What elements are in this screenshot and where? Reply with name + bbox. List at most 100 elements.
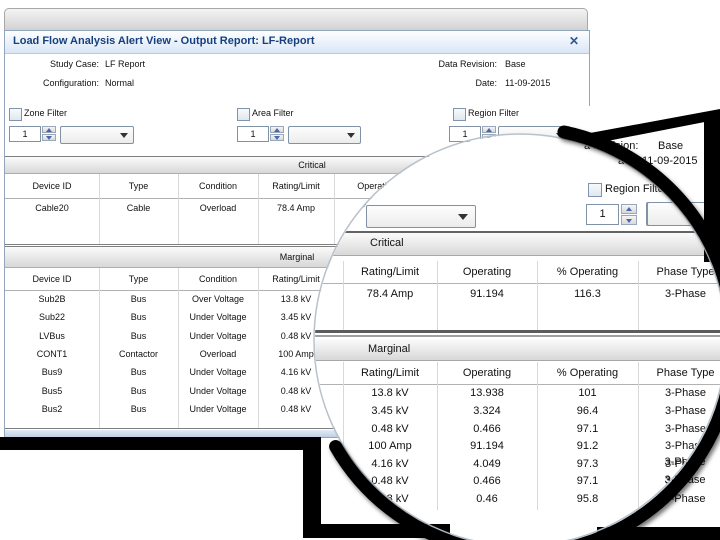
zoomed-critical-header-row: Rating/Limit Operating % Operating Phase…: [315, 261, 720, 284]
cell-device-id: LVBus: [5, 329, 99, 344]
dialog-titlebar: Load Flow Analysis Alert View - Output R…: [5, 31, 589, 54]
zoomed-marginal-title: Marginal: [368, 343, 410, 355]
zoomed-region-filter-label: Region Filter: [605, 183, 667, 195]
data-revision-value: Base: [505, 59, 526, 69]
zoomed-table-border: [315, 330, 720, 333]
zoomed-marginal-band: Marginal: [315, 339, 720, 361]
cell-pct-operating: 97.3: [537, 456, 638, 472]
cell-operating: 4.049: [437, 456, 537, 472]
col-header-device-id: Device ID: [5, 174, 99, 198]
cell-operating: 3.324: [437, 403, 537, 419]
area-filter-checkbox[interactable]: [237, 108, 250, 121]
triangle-up-icon: [274, 128, 280, 132]
zoomed-table-row: 0.48 kV 0.466 97.1 3-Phase: [315, 421, 720, 437]
cell-phase-type: 3-Phase: [645, 474, 720, 486]
dialog-title: Load Flow Analysis Alert View - Output R…: [13, 35, 315, 47]
cell-pct-operating: 96.4: [537, 403, 638, 419]
cell-phase-type: 3-Phase: [638, 403, 720, 419]
col-header-type: Type: [99, 268, 178, 290]
area-filter-dropdown[interactable]: [288, 126, 361, 144]
screenshot-stage: Load Flow Analysis Alert View - Output R…: [0, 0, 720, 540]
close-icon[interactable]: ✕: [569, 34, 579, 48]
cell-rating-limit: 78.4 Amp: [258, 201, 334, 216]
cell-device-id: Sub22: [5, 310, 99, 325]
zoomed-table-row: 3.45 kV 3.324 96.4 3-Phase: [315, 403, 720, 419]
cell-condition: Under Voltage: [178, 384, 258, 399]
cell-device-id: Bus5: [5, 384, 99, 399]
cell-phase-type: 3-Phase: [645, 456, 720, 468]
cell-rating-limit: 3.45 kV: [343, 403, 437, 419]
dialog-shadow-band: [0, 437, 321, 450]
zoomed-table-row: 13.8 kV 13.938 101 3-Phase: [315, 385, 720, 401]
zoomed-table-row: 100 Amp 91.194 91.2 3-Phase: [315, 438, 720, 454]
triangle-up-icon: [486, 128, 492, 132]
study-case-label: Study Case:: [25, 59, 99, 69]
zoomed-table-border: [315, 335, 720, 337]
cell-operating: 0.466: [437, 421, 537, 437]
cell-phase-type: 3-Phase: [645, 493, 720, 505]
cell-device-id: Sub2B: [5, 292, 99, 307]
region-spin-up-button[interactable]: [482, 126, 496, 133]
triangle-up-icon: [626, 207, 632, 211]
zoomed-date-value: 11-09-2015: [642, 155, 697, 167]
cell-type: Bus: [99, 329, 178, 344]
col-header-rating-limit: Rating/Limit: [258, 174, 334, 198]
zone-filter-checkbox[interactable]: [9, 108, 22, 121]
zoomed-spinner-buttons: [621, 204, 637, 225]
cell-rating-limit: 78.4 Amp: [343, 286, 437, 302]
zone-filter-spinner-value[interactable]: 1: [9, 126, 41, 142]
cell-device-id: Cable20: [5, 201, 99, 216]
area-spin-up-button[interactable]: [270, 126, 284, 133]
col-header-phase-type: Phase Type: [638, 261, 720, 283]
col-header-rating-limit: Rating/Limit: [343, 362, 437, 384]
area-spin-down-button[interactable]: [270, 134, 284, 141]
col-header-operating: Operating: [437, 261, 537, 283]
zoomed-region-filter-checkbox: [588, 183, 602, 197]
col-header-device-id: Device ID: [5, 268, 99, 290]
cell-condition: Under Voltage: [178, 329, 258, 344]
zone-spin-up-button[interactable]: [42, 126, 56, 133]
col-header-phase-type: Phase Type: [638, 362, 720, 384]
zoomed-critical-title: Critical: [370, 237, 404, 249]
col-header-rating-limit: Rating/Limit: [343, 261, 437, 283]
date-label: Date:: [411, 78, 497, 88]
lens-shadow-swoosh: [590, 109, 720, 144]
zoomed-date-label: ate:: [618, 155, 636, 167]
col-header-pct-operating: % Operating: [537, 362, 638, 384]
region-filter-label: Region Filter: [468, 108, 519, 118]
col-header-operating: Operating: [437, 362, 537, 384]
cell-condition: Under Voltage: [178, 365, 258, 380]
cell-device-id: Bus2: [5, 402, 99, 417]
cell-type: Bus: [99, 310, 178, 325]
cell-type: Cable: [99, 201, 178, 216]
zoomed-region-filter-dropdown: [647, 202, 720, 226]
cell-pct-operating: 101: [537, 385, 638, 401]
col-header-pct-operating: % Operating: [537, 261, 638, 283]
col-header-condition: Condition: [178, 174, 258, 198]
cell-device-id: CONT1: [5, 347, 99, 362]
zoomed-critical-band: Critical: [315, 233, 720, 256]
shadow-bottom-right-band: [597, 527, 720, 540]
region-filter-checkbox[interactable]: [453, 108, 466, 121]
zone-filter-dropdown[interactable]: [60, 126, 134, 144]
chevron-down-icon: [120, 133, 128, 138]
cell-type: Bus: [99, 384, 178, 399]
cell-condition: Overload: [178, 201, 258, 216]
configuration-label: Configuration:: [25, 78, 99, 88]
cell-type: Bus: [99, 365, 178, 380]
cell-phase-type: 3-Phase: [638, 421, 720, 437]
zoomed-marginal-header-row: Rating/Limit Operating % Operating Phase…: [315, 362, 720, 385]
configuration-value: Normal: [105, 78, 134, 88]
cell-condition: Under Voltage: [178, 310, 258, 325]
area-filter-spinner-value[interactable]: 1: [237, 126, 269, 142]
cell-rating-limit: 0.48 kV: [343, 421, 437, 437]
cell-type: Contactor: [99, 347, 178, 362]
cell-rating-limit: 0.48 kV: [343, 491, 437, 507]
cell-type: Bus: [99, 292, 178, 307]
zone-spin-down-button[interactable]: [42, 134, 56, 141]
shadow-bottom-bar: [303, 524, 450, 538]
cell-pct-operating: 97.1: [537, 473, 638, 489]
triangle-down-icon: [46, 136, 52, 140]
col-header-condition: Condition: [178, 268, 258, 290]
cell-device-id: Bus9: [5, 365, 99, 380]
